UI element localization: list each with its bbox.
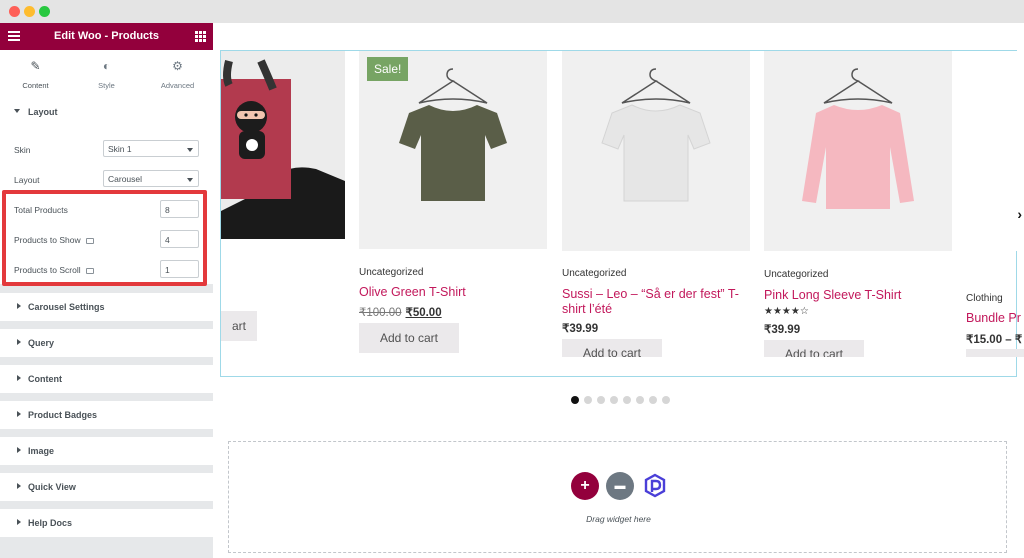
caret-right-icon — [17, 411, 21, 417]
add-to-cart-label: art — [231, 319, 246, 333]
chevron-down-icon — [187, 178, 193, 182]
rating-stars: ★★★★☆ — [764, 306, 809, 317]
pencil-icon: ✎ — [30, 59, 41, 73]
widgets-grid-icon[interactable] — [195, 31, 206, 42]
caret-down-icon — [14, 109, 20, 113]
chevron-down-icon — [187, 148, 193, 152]
product-title[interactable]: Olive Green T-Shirt — [359, 285, 466, 300]
product-title[interactable]: Pink Long Sleeve T-Shirt — [764, 288, 901, 303]
sale-price: ₹50.00 — [405, 307, 442, 319]
skin-select[interactable]: Skin 1 — [103, 140, 199, 157]
sidebar-header: Edit Woo - Products — [0, 23, 213, 50]
pagination-dot[interactable] — [584, 396, 592, 404]
pagination-dot[interactable] — [636, 396, 644, 404]
gear-icon: ⚙ — [172, 59, 183, 73]
product-image[interactable] — [562, 51, 750, 251]
carousel-next-arrow-icon[interactable]: › — [1017, 206, 1022, 222]
folder-icon: ▬ — [614, 480, 626, 492]
maximize-window-button[interactable] — [39, 6, 50, 17]
section-layout[interactable]: Layout — [0, 98, 213, 126]
pagination-dot[interactable] — [610, 396, 618, 404]
product-title-line: Sussi – Leo – “Så er der fest” T- — [562, 287, 739, 301]
section-label: Quick View — [28, 482, 76, 492]
add-to-cart-button[interactable]: art — [221, 311, 257, 341]
product-image[interactable] — [966, 51, 1018, 251]
caret-right-icon — [17, 339, 21, 345]
section-product-badges[interactable]: Product Badges — [0, 401, 213, 429]
skin-select-value: Skin 1 — [108, 144, 132, 154]
product-image[interactable] — [764, 51, 952, 251]
section-label: Carousel Settings — [28, 302, 105, 312]
product-title-line: shirt l’été — [562, 302, 613, 316]
section-query[interactable]: Query — [0, 329, 213, 357]
contrast-icon: ◐ — [102, 59, 111, 73]
caret-right-icon — [17, 447, 21, 453]
product-title[interactable]: Bundle Pr — [966, 311, 1021, 326]
pagination-dot[interactable] — [649, 396, 657, 404]
minimize-window-button[interactable] — [24, 6, 35, 17]
drag-widget-hint: Drag widget here — [586, 514, 651, 524]
poster-illustration — [221, 51, 345, 239]
add-to-cart-button[interactable]: Add to cart — [359, 323, 459, 353]
layout-select[interactable]: Carousel — [103, 170, 199, 187]
tab-advanced-label: Advanced — [160, 81, 195, 90]
product-carousel[interactable]: art Sale! Uncategorized Olive Green T-Sh… — [220, 50, 1024, 404]
add-to-cart-button[interactable]: Add to cart — [562, 339, 662, 357]
section-label: Query — [28, 338, 55, 348]
section-label: Content — [28, 374, 62, 384]
browser-window: Edit Woo - Products ✎ Content ◐ Style ⚙ … — [0, 0, 1024, 558]
product-category: Uncategorized — [764, 269, 829, 280]
section-help-docs[interactable]: Help Docs — [0, 509, 213, 537]
product-price: ₹15.00 – ₹ — [966, 334, 1023, 346]
product-category: Uncategorized — [562, 268, 627, 279]
section-label: Image — [28, 446, 55, 456]
grey-tshirt-illustration — [601, 68, 711, 202]
title-bar — [0, 0, 1024, 23]
add-to-cart-button[interactable]: Add to cart — [764, 340, 864, 357]
product-price: ₹39.99 — [764, 324, 801, 336]
skin-label: Skin — [14, 145, 31, 155]
layout-label: Layout — [14, 175, 40, 185]
widget-drop-zone[interactable]: + ▬ Drag widget here — [228, 441, 1007, 553]
pagination-dot[interactable] — [571, 396, 579, 404]
product-image[interactable] — [221, 51, 345, 239]
section-layout-label: Layout — [28, 107, 58, 117]
add-to-cart-button[interactable] — [966, 349, 1024, 357]
tab-content-label: Content — [22, 81, 49, 90]
plugin-logo-button[interactable] — [641, 472, 669, 500]
caret-right-icon — [17, 519, 21, 525]
tab-style-label: Style — [98, 81, 115, 90]
pagination-dot[interactable] — [662, 396, 670, 404]
pink-sweater-illustration — [802, 68, 914, 209]
sale-badge: Sale! — [367, 57, 409, 81]
product-category: Clothing — [966, 293, 1003, 304]
caret-right-icon — [17, 375, 21, 381]
caret-right-icon — [17, 483, 21, 489]
section-label: Product Badges — [28, 410, 98, 420]
p-logo-icon — [644, 473, 666, 498]
old-price: ₹100.00 — [359, 307, 402, 319]
layout-select-value: Carousel — [108, 174, 143, 184]
product-price: ₹39.99 — [562, 323, 599, 335]
editor-sidebar: Edit Woo - Products ✎ Content ◐ Style ⚙ … — [0, 23, 213, 558]
section-carousel-settings[interactable]: Carousel Settings — [0, 293, 213, 321]
section-label: Help Docs — [28, 518, 73, 528]
product-title[interactable]: Sussi – Leo – “Så er der fest” T- shirt … — [562, 287, 739, 317]
sidebar-title: Edit Woo - Products — [54, 30, 159, 42]
section-image[interactable]: Image — [0, 437, 213, 465]
template-library-button[interactable]: ▬ — [606, 472, 634, 500]
highlight-box — [2, 190, 207, 286]
preview-canvas: art Sale! Uncategorized Olive Green T-Sh… — [213, 23, 1024, 558]
product-category: Uncategorized — [359, 267, 424, 278]
carousel-pagination — [571, 391, 675, 404]
section-quick-view[interactable]: Quick View — [0, 473, 213, 501]
product-price: ₹100.00 ₹50.00 — [359, 305, 442, 319]
close-window-button[interactable] — [9, 6, 20, 17]
pagination-dot[interactable] — [597, 396, 605, 404]
pagination-dot[interactable] — [623, 396, 631, 404]
add-section-button[interactable]: + — [571, 472, 599, 500]
section-content[interactable]: Content — [0, 365, 213, 393]
caret-right-icon — [17, 303, 21, 309]
